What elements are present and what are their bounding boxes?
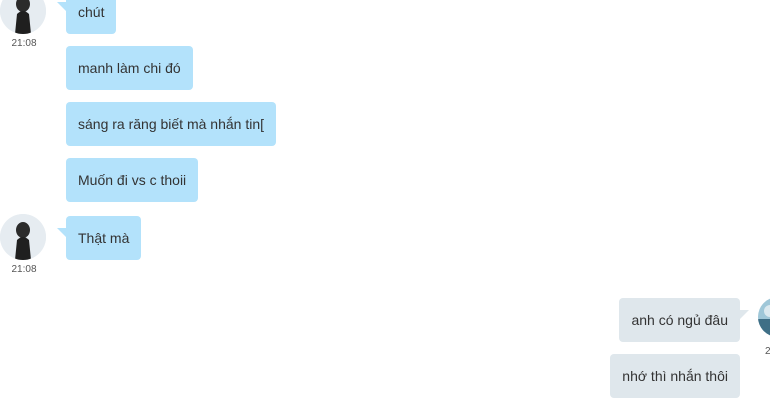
message-bubble-incoming[interactable]: Muốn đi vs c thoii	[66, 158, 199, 202]
bubble-tail	[739, 310, 749, 320]
contact-avatar-icon[interactable]	[0, 214, 46, 260]
message-text: Muốn đi vs c thoii	[78, 172, 187, 188]
bubble-tail	[57, 228, 67, 238]
message-bubble-incoming[interactable]: manh làm chi đó	[66, 46, 193, 90]
message-text: sáng ra răng biết mà nhắn tin[	[78, 116, 265, 132]
message-timestamp: 21:08	[11, 38, 37, 49]
message-bubble-outgoing[interactable]: nhớ thì nhắn thôi	[610, 354, 740, 398]
message-bubble-incoming[interactable]: chút	[57, 0, 117, 34]
contact-avatar-icon[interactable]	[0, 0, 46, 34]
message-timestamp: 21:08	[11, 264, 37, 275]
message-bubble-outgoing[interactable]: anh có ngủ đâu	[619, 298, 749, 342]
message-bubble-incoming[interactable]: sáng ra răng biết mà nhắn tin[	[66, 102, 277, 146]
message-text: nhớ thì nhắn thôi	[622, 368, 728, 384]
chat-conversation: 21:08 chút manh làm chi đó sáng ra răng …	[0, 0, 770, 410]
message-bubble-incoming[interactable]: Thật mà	[57, 216, 142, 260]
self-avatar-icon[interactable]	[758, 297, 770, 337]
message-text: Thật mà	[78, 230, 130, 246]
message-text: anh có ngủ đâu	[631, 312, 728, 328]
bubble-tail	[57, 2, 67, 12]
message-text: chút	[78, 4, 105, 20]
message-timestamp: 2	[765, 346, 770, 357]
message-text: manh làm chi đó	[78, 60, 181, 76]
